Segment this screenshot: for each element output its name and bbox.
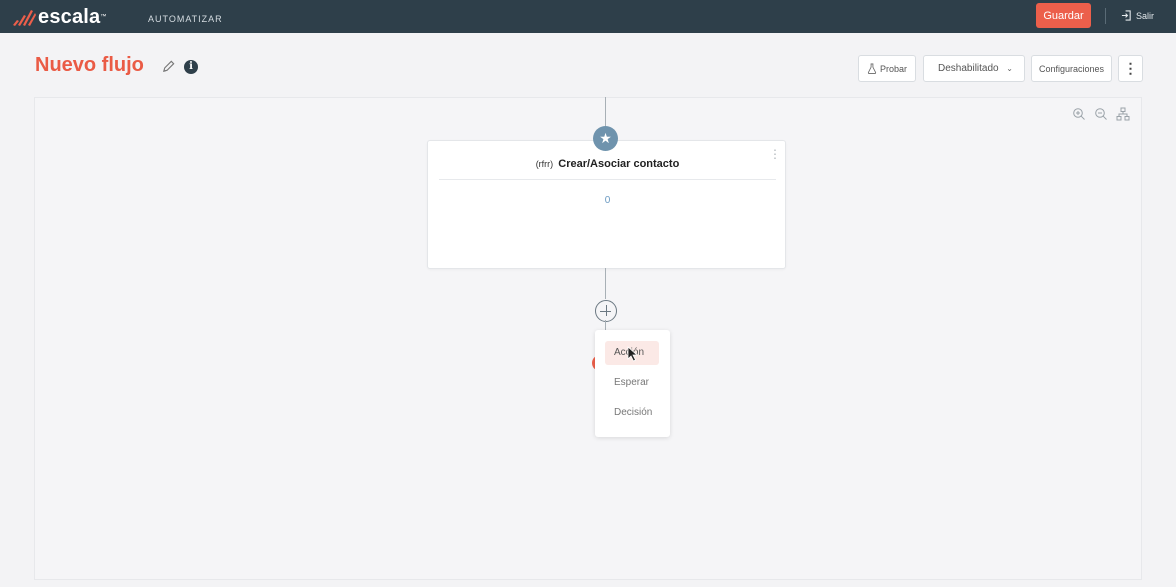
- flow-title: Nuevo flujo: [35, 54, 144, 76]
- brand-name: escala: [38, 6, 101, 28]
- zoom-out-icon[interactable]: [1094, 107, 1108, 121]
- node-contact-count: 0: [604, 195, 611, 206]
- info-icon[interactable]: i: [184, 60, 198, 74]
- test-button[interactable]: Probar: [858, 55, 916, 82]
- kebab-icon: ⋮: [1123, 60, 1138, 76]
- escala-logo[interactable]: escala ™: [12, 6, 106, 28]
- flow-node-card[interactable]: (rfrr) Crear/Asociar contacto 0 ⋮: [427, 140, 786, 269]
- canvas-toolbar: [1072, 107, 1130, 121]
- node-prefix: (rfrr): [535, 159, 554, 169]
- settings-button-label: Configuraciones: [1038, 63, 1105, 74]
- trigger-star-icon: ★: [593, 126, 618, 151]
- exit-link[interactable]: Salir: [1121, 10, 1154, 21]
- connector-line: [605, 268, 606, 299]
- connector-line: [605, 320, 606, 330]
- node-kebab-icon[interactable]: ⋮: [769, 148, 781, 160]
- status-select[interactable]: Deshabilitado ⌄: [923, 55, 1025, 82]
- save-button[interactable]: Guardar: [1036, 3, 1091, 28]
- logo-bars-icon: [13, 10, 36, 26]
- flask-icon: [867, 63, 877, 74]
- mouse-cursor-icon: [627, 346, 638, 362]
- zoom-in-icon[interactable]: [1072, 107, 1086, 121]
- node-name: Crear/Asociar contacto: [558, 158, 680, 170]
- status-value: Deshabilitado: [938, 63, 999, 74]
- topbar-divider: [1105, 8, 1106, 24]
- auto-layout-icon[interactable]: [1116, 107, 1130, 121]
- node-title: (rfrr) Crear/Asociar contacto: [428, 158, 787, 170]
- test-button-label: Probar: [879, 63, 907, 74]
- menu-item-wait[interactable]: Esperar: [605, 371, 659, 395]
- more-options-button[interactable]: ⋮: [1118, 55, 1143, 82]
- pencil-icon[interactable]: [161, 59, 176, 74]
- brand-trademark: ™: [100, 14, 107, 20]
- add-step-button[interactable]: [595, 300, 617, 322]
- top-navbar: escala ™ AUTOMATIZAR Guardar Salir: [0, 0, 1176, 33]
- section-title: AUTOMATIZAR: [148, 14, 223, 24]
- node-divider: [439, 179, 776, 180]
- exit-label: Salir: [1136, 10, 1155, 21]
- menu-item-decision[interactable]: Decisión: [605, 401, 659, 425]
- chevron-down-icon: ⌄: [1006, 64, 1013, 73]
- exit-icon: [1121, 10, 1131, 21]
- settings-button[interactable]: Configuraciones: [1031, 55, 1112, 82]
